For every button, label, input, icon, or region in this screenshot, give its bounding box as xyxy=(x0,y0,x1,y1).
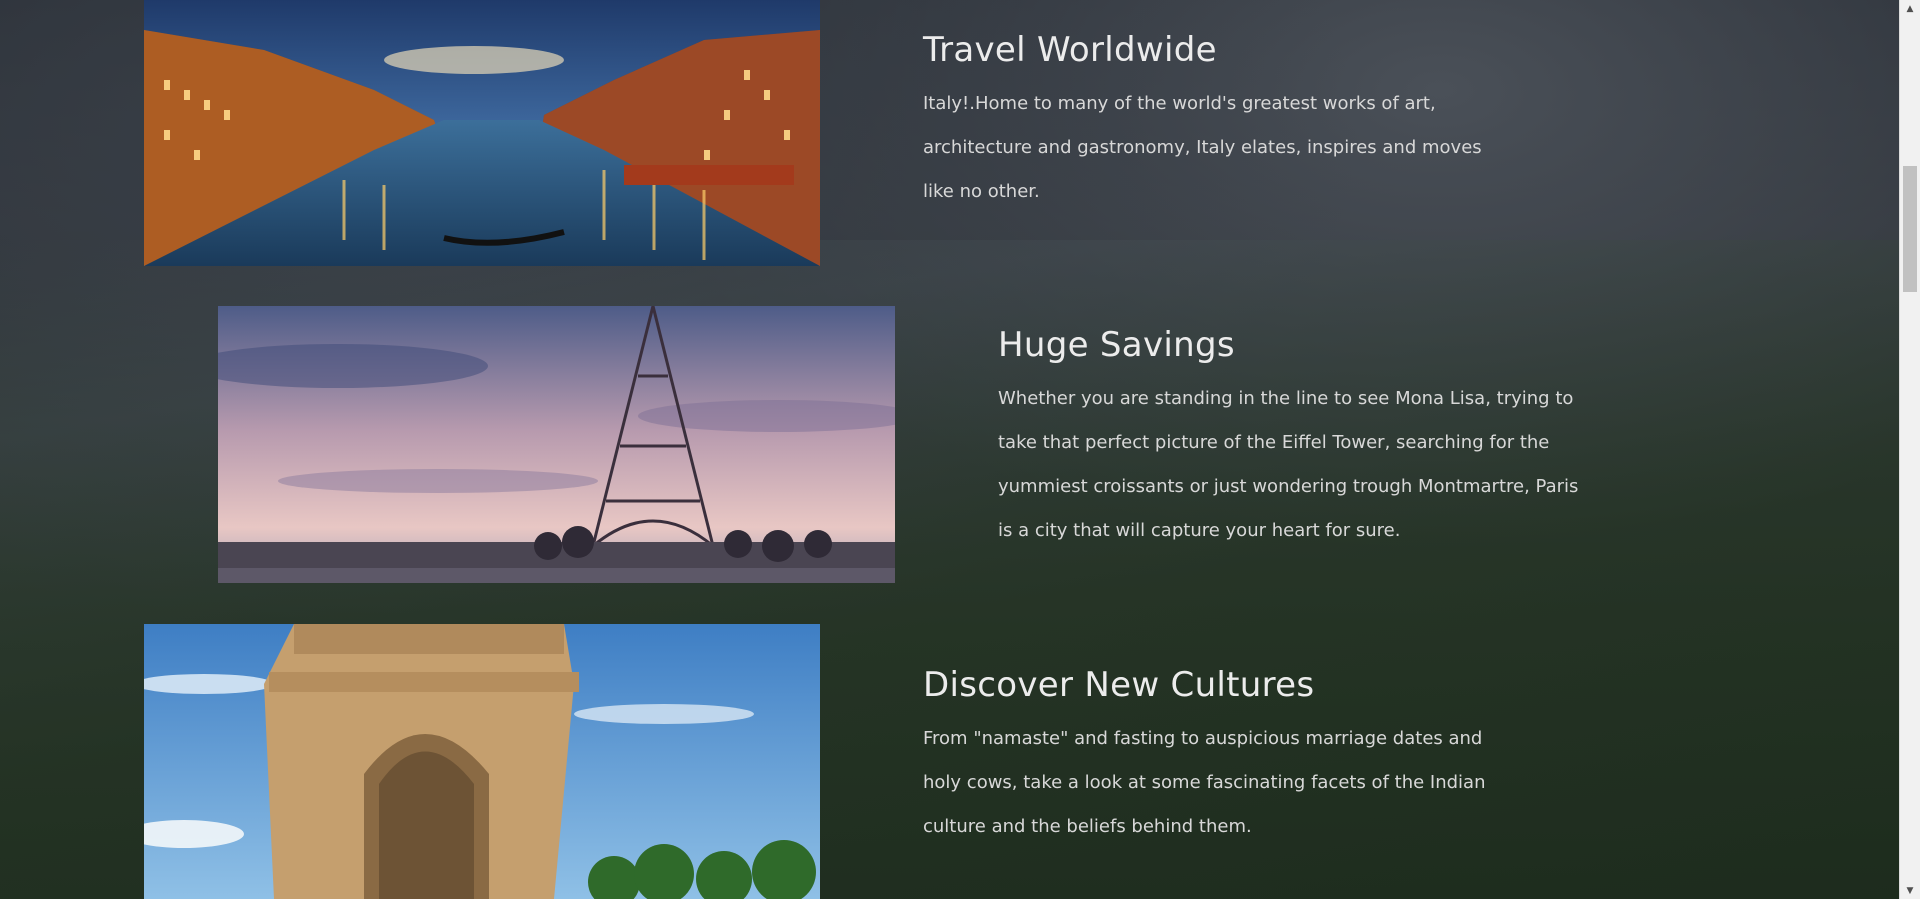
vertical-scrollbar[interactable]: ▲ ▼ xyxy=(1899,0,1920,899)
feature-description: Italy!.Home to many of the world's great… xyxy=(923,93,1482,202)
paris-photo xyxy=(218,306,895,583)
feature-description: From "namaste" and fasting to auspicious… xyxy=(923,728,1486,837)
india-gate-photo xyxy=(144,624,820,899)
triangle-up-icon[interactable]: ▲ xyxy=(1900,0,1920,17)
feature-heading: Travel Worldwide xyxy=(923,30,1217,70)
venice-photo xyxy=(144,0,820,266)
feature-travel-worldwide: Travel Worldwide Italy!.Home to many of … xyxy=(923,30,1513,214)
eiffel-illustration xyxy=(218,306,895,583)
india-gate-illustration xyxy=(144,624,820,899)
feature-heading: Huge Savings xyxy=(998,325,1235,365)
feature-huge-savings: Huge Savings Whether you are standing in… xyxy=(998,325,1598,553)
feature-discover-new-cultures: Discover New Cultures From "namaste" and… xyxy=(923,665,1513,849)
feature-description: Whether you are standing in the line to … xyxy=(998,388,1579,541)
venice-illustration xyxy=(144,0,820,266)
triangle-down-icon[interactable]: ▼ xyxy=(1900,882,1920,899)
scrollbar-thumb[interactable] xyxy=(1903,166,1917,292)
feature-heading: Discover New Cultures xyxy=(923,665,1315,705)
